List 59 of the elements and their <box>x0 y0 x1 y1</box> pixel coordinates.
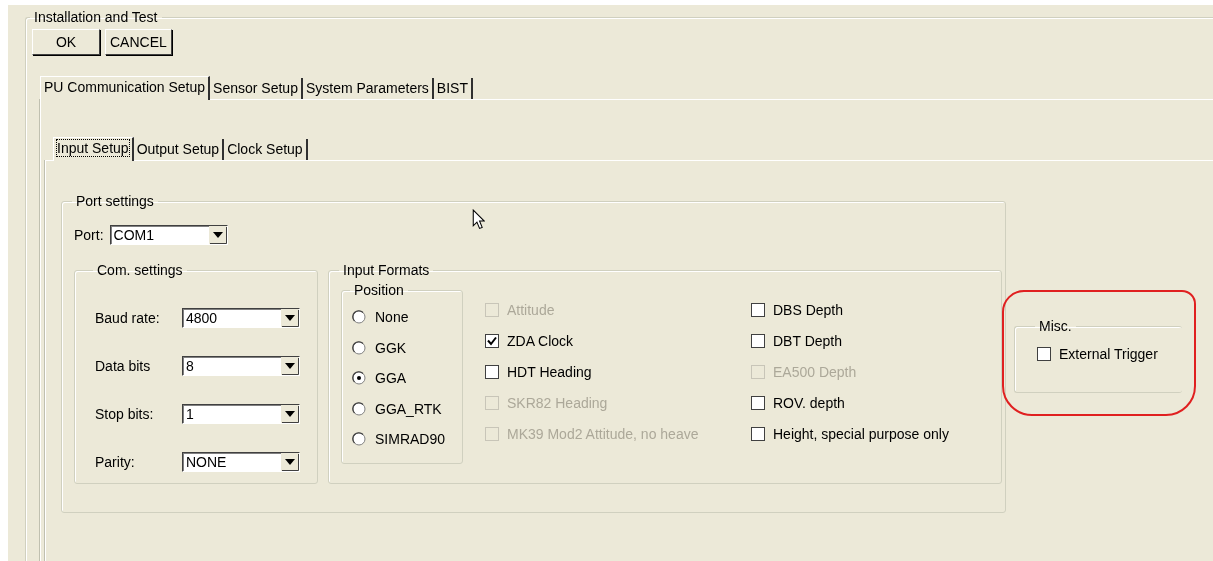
radio-label: GGA <box>375 370 407 387</box>
dropdown-arrow-icon[interactable] <box>208 226 227 244</box>
checkbox-label: DBS Depth <box>773 301 844 318</box>
dialog-button[interactable]: CANCEL <box>105 29 172 55</box>
checkbox-label: External Trigger <box>1059 345 1158 362</box>
group-title: Installation and Test <box>33 9 159 25</box>
checkbox[interactable] <box>485 333 499 348</box>
field-label: Stop bits: <box>95 406 155 422</box>
field-label: Parity: <box>95 454 136 470</box>
checkbox-label: EA500 Depth <box>773 363 857 380</box>
checkbox[interactable] <box>751 426 765 441</box>
checkbox[interactable] <box>751 333 765 348</box>
radio-button[interactable] <box>352 401 366 416</box>
radio-button[interactable] <box>352 340 366 355</box>
radio-button[interactable] <box>352 371 366 386</box>
dropdown-arrow-icon[interactable] <box>281 309 299 327</box>
dialog-button[interactable]: OK <box>32 29 100 55</box>
checkbox[interactable] <box>751 302 765 317</box>
checkbox[interactable] <box>751 395 765 410</box>
field-label: Baud rate: <box>95 310 161 326</box>
cursor-icon <box>472 209 485 230</box>
radio-label: None <box>375 309 409 326</box>
radio-label: GGA_RTK <box>375 400 442 417</box>
dropdown[interactable]: COM1 <box>109 225 228 245</box>
checkbox-label: DBT Depth <box>773 332 842 349</box>
tab[interactable]: Clock Setup <box>224 139 308 160</box>
tab[interactable]: PU Communication Setup <box>40 76 211 100</box>
group-title: Misc. <box>1038 318 1073 334</box>
checkbox-label: MK39 Mod2 Attitude, no heave <box>507 425 699 442</box>
tab[interactable]: System Parameters <box>302 78 434 99</box>
field-label: Port: <box>74 227 104 243</box>
group-title: Input Formats <box>342 262 431 278</box>
tab[interactable]: Output Setup <box>133 139 225 160</box>
dropdown[interactable]: 4800 <box>182 308 300 328</box>
radio-label: GGK <box>375 339 407 356</box>
checkbox-label: Height, special purpose only <box>773 425 949 442</box>
tab[interactable]: Sensor Setup <box>210 78 303 99</box>
tab[interactable]: BIST <box>433 78 473 99</box>
dropdown[interactable]: NONE <box>182 452 300 472</box>
radio-button[interactable] <box>352 310 366 325</box>
dropdown[interactable]: 8 <box>182 356 300 376</box>
dropdown-arrow-icon[interactable] <box>281 453 299 471</box>
group-title: Position <box>353 282 405 298</box>
checkbox-label: SKR82 Heading <box>507 394 608 411</box>
tab[interactable]: Input Setup <box>53 137 134 161</box>
dropdown[interactable]: 1 <box>182 404 300 424</box>
radio-button[interactable] <box>352 432 366 447</box>
checkbox-label: ZDA Clock <box>507 332 574 349</box>
checkbox-label: ROV. depth <box>773 394 845 411</box>
checkbox[interactable] <box>485 364 499 379</box>
dropdown-arrow-icon[interactable] <box>281 357 299 375</box>
checkbox[interactable] <box>1037 346 1051 361</box>
dropdown-arrow-icon[interactable] <box>281 405 299 423</box>
field-label: Data bits <box>95 358 152 374</box>
group-title: Port settings <box>75 193 155 209</box>
radio-label: SIMRAD90 <box>375 431 446 448</box>
checkbox-label: Attitude <box>507 301 555 318</box>
checkbox-label: HDT Heading <box>507 363 592 380</box>
group-title: Com. settings <box>96 262 184 278</box>
